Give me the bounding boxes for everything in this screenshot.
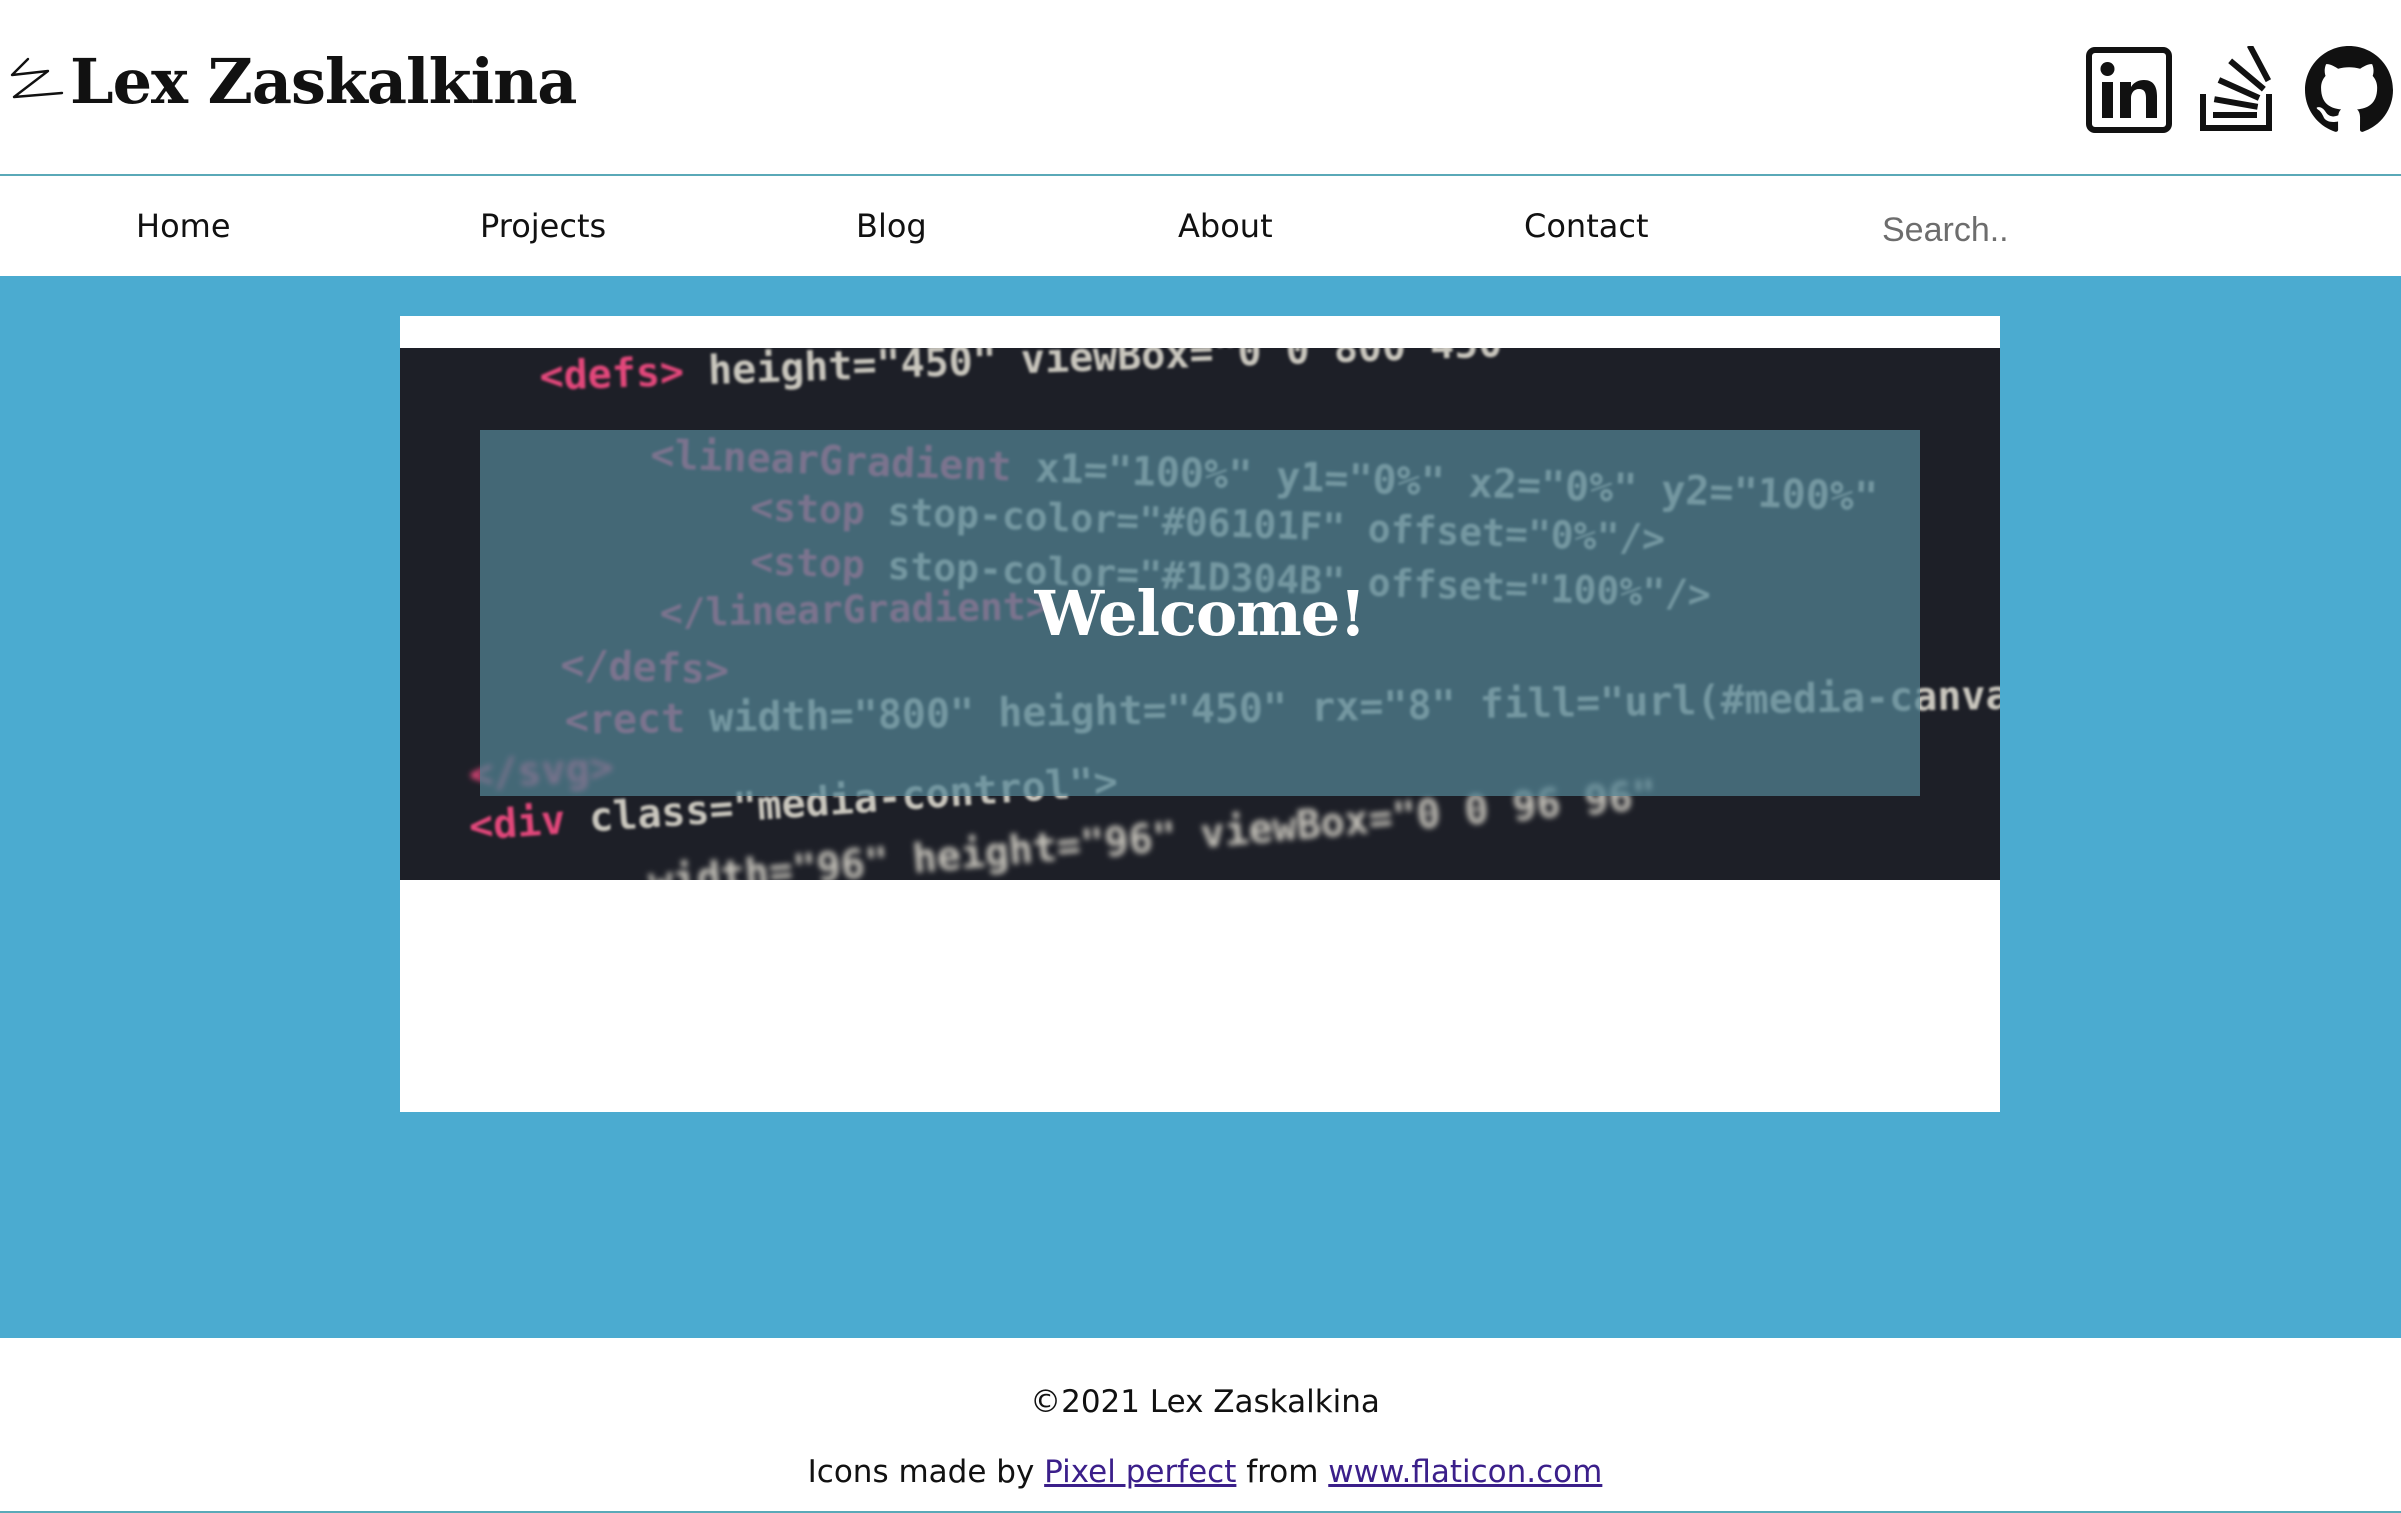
social-links bbox=[2085, 43, 2393, 136]
nav-item-projects[interactable]: Projects bbox=[480, 204, 606, 248]
linkedin-icon bbox=[2086, 47, 2172, 133]
welcome-heading: Welcome! bbox=[1034, 576, 1367, 650]
nav-item-contact[interactable]: Contact bbox=[1524, 204, 1649, 248]
nav-item-about[interactable]: About bbox=[1178, 204, 1273, 248]
nav-item-home[interactable]: Home bbox=[136, 204, 231, 248]
main-nav: Home Projects Blog About Contact bbox=[0, 178, 2401, 276]
welcome-overlay: Welcome! bbox=[480, 430, 1920, 796]
nav-item-blog[interactable]: Blog bbox=[856, 204, 927, 248]
site-header: Lex Zaskalkina bbox=[0, 0, 2401, 176]
welcome-card: <defs> height="450" viewBox="0 0 800 450… bbox=[400, 316, 2000, 1112]
hero-banner: <defs> height="450" viewBox="0 0 800 450… bbox=[400, 348, 2000, 880]
stackoverflow-icon bbox=[2200, 43, 2272, 131]
credits-author-link[interactable]: Pixel perfect bbox=[1044, 1454, 1236, 1490]
credits-site-link[interactable]: www.flaticon.com bbox=[1328, 1454, 1602, 1490]
icon-credits: Icons made by Pixel perfect from www.fla… bbox=[0, 1452, 2401, 1492]
stackoverflow-link[interactable] bbox=[2195, 43, 2283, 134]
scribble-logo-icon bbox=[10, 57, 64, 99]
site-footer: ©2021 Lex Zaskalkina Icons made by Pixel… bbox=[0, 1338, 2401, 1513]
github-icon bbox=[2305, 46, 2393, 132]
main-content: <defs> height="450" viewBox="0 0 800 450… bbox=[0, 276, 2401, 1338]
credits-middle: from bbox=[1236, 1454, 1329, 1490]
linkedin-link[interactable] bbox=[2085, 46, 2173, 134]
search-input[interactable] bbox=[1870, 202, 2370, 258]
site-title: Lex Zaskalkina bbox=[70, 45, 577, 118]
credits-prefix: Icons made by bbox=[807, 1454, 1045, 1490]
site-logo[interactable]: Lex Zaskalkina bbox=[8, 42, 577, 122]
copyright-text: ©2021 Lex Zaskalkina bbox=[1030, 1384, 1380, 1420]
github-link[interactable] bbox=[2305, 46, 2393, 134]
